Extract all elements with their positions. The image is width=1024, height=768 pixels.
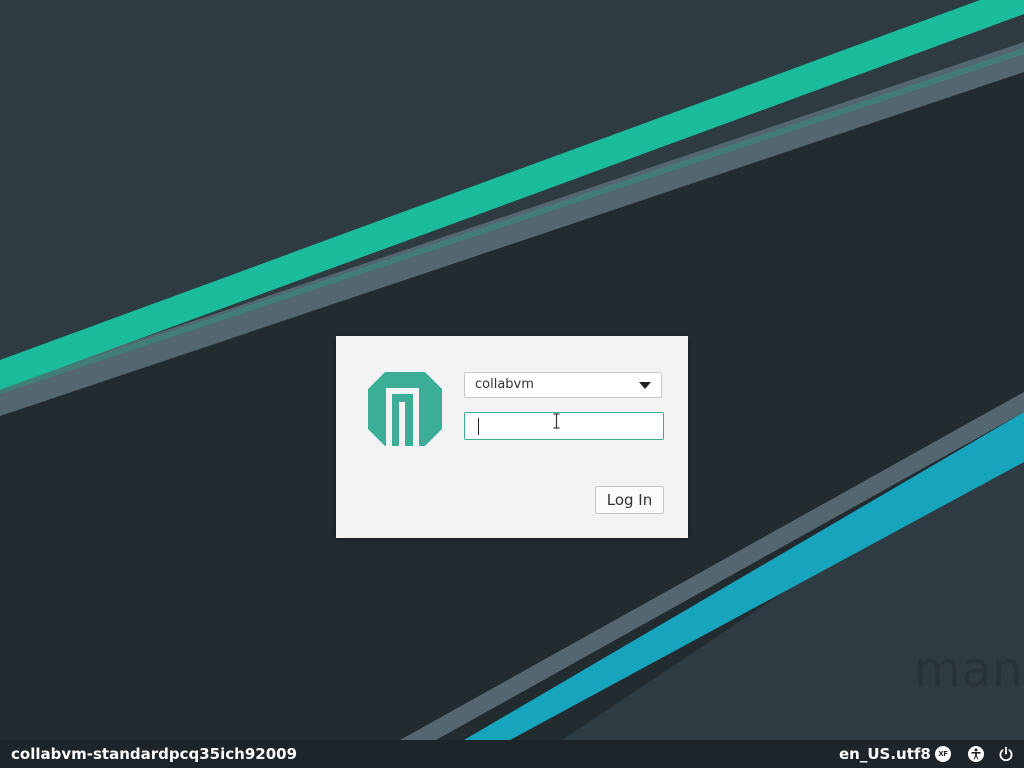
keyboard-layout-icon[interactable]: XF [935, 746, 951, 762]
locale-selector[interactable]: en_US.utf8 [839, 740, 931, 768]
keyboard-layout-label: XF [935, 746, 951, 762]
login-button[interactable]: Log In [595, 486, 664, 514]
login-dialog: collabvm Log In [336, 336, 688, 538]
password-field[interactable] [464, 412, 664, 440]
text-caret [478, 418, 479, 435]
chevron-down-icon [639, 382, 651, 389]
power-icon[interactable] [998, 746, 1014, 762]
manjaro-logo [368, 372, 442, 446]
login-screen: man collabvm Log In collabvm-standardpcq… [0, 0, 1024, 768]
hostname-label: collabvm-standardpcq35ich92009 [11, 745, 298, 763]
username-dropdown[interactable]: collabvm [464, 372, 662, 398]
accessibility-icon[interactable] [968, 746, 984, 762]
username-value: collabvm [475, 377, 534, 392]
bottom-panel: collabvm-standardpcq35ich92009 en_US.utf… [0, 740, 1024, 768]
ibeam-cursor-icon [553, 413, 560, 429]
brand-watermark: man [914, 642, 1024, 698]
